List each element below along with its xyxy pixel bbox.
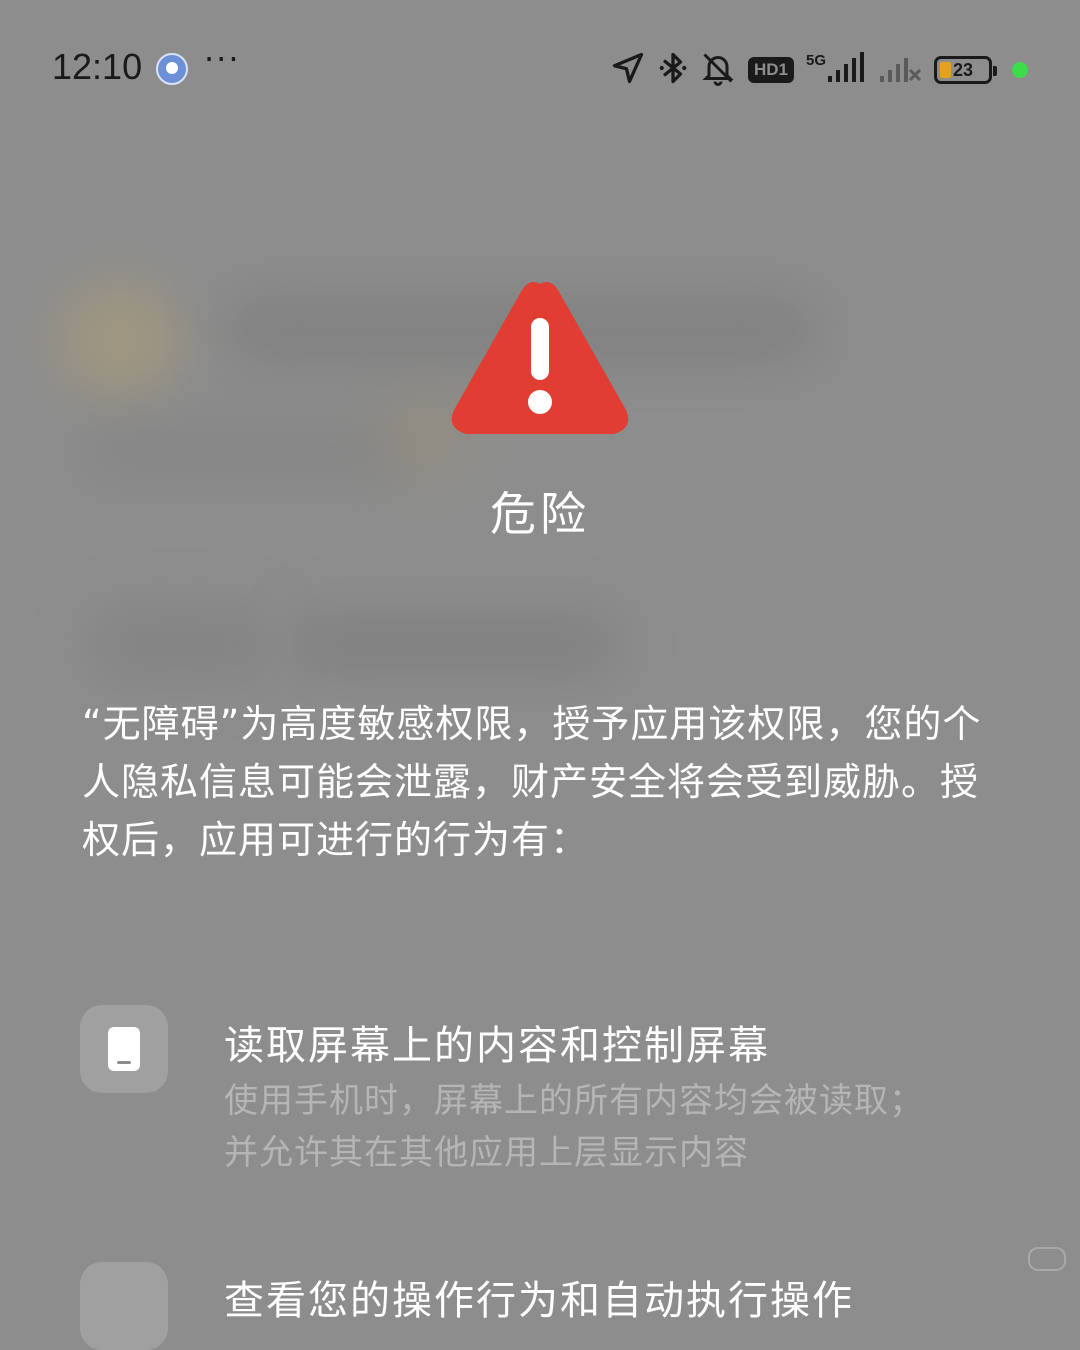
hd-voice-badge: HD1	[747, 57, 794, 83]
permission-title: 查看您的操作行为和自动执行操作	[224, 1278, 854, 1324]
status-time: 12:10	[52, 46, 143, 87]
bluetooth-icon	[658, 50, 688, 90]
privacy-indicator-dot	[1012, 62, 1028, 78]
permission-icon	[80, 1262, 168, 1350]
no-signal-icon	[878, 52, 922, 88]
status-bar: 12:10 ··· HD1 5G 23	[0, 0, 1080, 140]
watermark	[1028, 1247, 1066, 1271]
app-notification-icon	[156, 53, 188, 85]
phone-icon	[80, 1005, 168, 1093]
battery-icon: 23	[934, 56, 997, 84]
battery-percent: 23	[952, 59, 974, 80]
permission-detail: 使用手机时，屏幕上的所有内容均会被读取；并允许其在其他应用上层显示内容	[224, 1081, 924, 1173]
blurred-background	[90, 610, 270, 680]
permission-description: “无障碍”为高度敏感权限，授予应用该权限，您的个人隐私信息可能会泄露，财产安全将…	[82, 702, 982, 862]
status-icons: HD1 5G 23	[610, 50, 1028, 90]
blurred-background	[60, 285, 180, 395]
battery-level	[940, 62, 951, 78]
warning-triangle-icon	[446, 274, 634, 442]
dialog-title: 危险	[490, 487, 590, 541]
mute-bell-icon	[700, 50, 736, 90]
blurred-background	[290, 615, 620, 675]
location-icon	[610, 50, 646, 90]
permission-title: 读取屏幕上的内容和控制屏幕	[224, 1023, 770, 1069]
network-type-label: 5G	[805, 51, 826, 69]
signal-strength-icon	[826, 52, 866, 88]
more-notifications-icon: ···	[204, 40, 241, 78]
blurred-background	[80, 420, 410, 480]
